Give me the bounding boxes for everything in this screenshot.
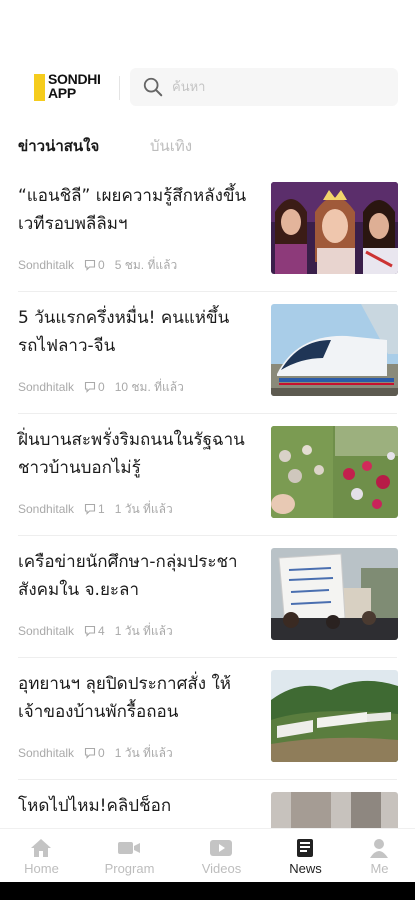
news-source: Sondhitalk bbox=[18, 502, 75, 516]
news-title[interactable]: ฝิ่นบานสะพรั่งริมถนนในรัฐฉาน ชาวบ้านบอกไ… bbox=[18, 426, 266, 482]
nav-label: Home bbox=[24, 861, 59, 876]
news-item[interactable]: เครือข่ายนักศึกษา-กลุ่มประชาสังคมใน จ.ยะ… bbox=[0, 536, 415, 658]
news-item[interactable]: อุทยานฯ ลุยปิดประกาศสั่ง ให้เจ้าของบ้านพ… bbox=[0, 658, 415, 780]
news-source: Sondhitalk bbox=[18, 258, 75, 272]
protest-photo bbox=[271, 548, 398, 640]
comment-count: 0 bbox=[98, 746, 105, 760]
news-title[interactable]: 5 วันแรกครึ่งหมื่น! คนแห่ขึ้นรถไฟลาว-จีน bbox=[18, 304, 266, 360]
news-item[interactable]: “แอนชิลี” เผยความรู้สึกหลังขึ้นเวทีรอบพล… bbox=[0, 170, 415, 292]
nav-label: Videos bbox=[201, 861, 242, 876]
logo-text: SONDHI APP bbox=[48, 72, 101, 100]
news-thumbnail[interactable] bbox=[271, 304, 398, 396]
news-meta: Sondhitalk 4 1 วัน ที่แล้ว bbox=[18, 622, 173, 640]
news-time: 1 วัน ที่แล้ว bbox=[114, 623, 173, 638]
news-item[interactable]: 5 วันแรกครึ่งหมื่น! คนแห่ขึ้นรถไฟลาว-จีน… bbox=[0, 292, 415, 414]
nav-news[interactable]: News bbox=[264, 829, 347, 883]
logo-line2: APP bbox=[48, 85, 76, 101]
logo-accent-bar bbox=[34, 74, 45, 101]
news-thumbnail[interactable] bbox=[271, 548, 398, 640]
news-item[interactable]: โหดไปไหม!คลิปช็อก bbox=[0, 780, 415, 828]
news-meta: Sondhitalk 1 1 วัน ที่แล้ว bbox=[18, 500, 173, 518]
news-meta: Sondhitalk 0 5 ชม. ที่แล้ว bbox=[18, 256, 177, 274]
search-input[interactable] bbox=[172, 68, 387, 106]
video-camera-icon bbox=[118, 842, 140, 854]
news-time: 1 วัน ที่แล้ว bbox=[114, 745, 173, 760]
news-meta: Sondhitalk 0 10 ชม. ที่แล้ว bbox=[18, 378, 184, 396]
app-header: SONDHI APP bbox=[0, 62, 415, 114]
sondhi-app-logo[interactable]: SONDHI APP bbox=[34, 72, 116, 104]
news-time: 5 ชม. ที่แล้ว bbox=[114, 257, 178, 272]
comment-icon bbox=[84, 503, 96, 515]
news-source: Sondhitalk bbox=[18, 746, 75, 760]
news-title[interactable]: “แอนชิลี” เผยความรู้สึกหลังขึ้นเวทีรอบพล… bbox=[18, 182, 266, 238]
comment-icon bbox=[84, 381, 96, 393]
system-navigation-bar bbox=[0, 882, 415, 900]
partial-photo bbox=[271, 792, 398, 828]
header-divider bbox=[119, 76, 120, 100]
comment-count: 0 bbox=[98, 380, 105, 394]
news-thumbnail[interactable] bbox=[271, 426, 398, 518]
bottom-navigation: Home Program Videos News Me bbox=[0, 828, 415, 882]
nav-label: Me bbox=[370, 861, 389, 876]
comment-count: 0 bbox=[98, 258, 105, 272]
nav-label: News bbox=[289, 861, 322, 876]
nav-program[interactable]: Program bbox=[88, 829, 171, 883]
news-title[interactable]: เครือข่ายนักศึกษา-กลุ่มประชาสังคมใน จ.ยะ… bbox=[18, 548, 266, 604]
logo-line1: SONDHI bbox=[48, 71, 101, 87]
train-photo bbox=[271, 304, 398, 396]
news-time: 1 วัน ที่แล้ว bbox=[114, 501, 173, 516]
pageant-photo bbox=[271, 182, 398, 274]
news-thumbnail[interactable] bbox=[271, 670, 398, 762]
news-title[interactable]: อุทยานฯ ลุยปิดประกาศสั่ง ให้เจ้าของบ้านพ… bbox=[18, 670, 266, 726]
category-tabs: ข่าวน่าสนใจ บันเทิง bbox=[0, 134, 415, 158]
news-feed[interactable]: “แอนชิลี” เผยความรู้สึกหลังขึ้นเวทีรอบพล… bbox=[0, 170, 415, 828]
comment-icon bbox=[84, 625, 96, 637]
news-source: Sondhitalk bbox=[18, 380, 75, 394]
news-icon bbox=[297, 839, 313, 857]
news-thumbnail[interactable] bbox=[271, 792, 398, 828]
news-source: Sondhitalk bbox=[18, 624, 75, 638]
resort-hillside-photo bbox=[271, 670, 398, 762]
search-bar[interactable] bbox=[130, 68, 398, 106]
home-icon bbox=[31, 839, 51, 857]
comment-icon bbox=[84, 747, 96, 759]
tab-entertainment[interactable]: บันเทิง bbox=[150, 134, 192, 158]
poppy-field-photo bbox=[271, 426, 398, 518]
news-thumbnail[interactable] bbox=[271, 182, 398, 274]
comment-count: 1 bbox=[98, 502, 105, 516]
comment-count: 4 bbox=[98, 624, 105, 638]
search-icon[interactable] bbox=[142, 76, 164, 98]
nav-me[interactable]: Me bbox=[338, 829, 415, 883]
play-icon bbox=[210, 840, 232, 856]
nav-home[interactable]: Home bbox=[0, 829, 83, 883]
comment-icon bbox=[84, 259, 96, 271]
nav-label: Program bbox=[104, 861, 155, 876]
news-time: 10 ชม. ที่แล้ว bbox=[114, 379, 184, 394]
person-icon bbox=[370, 839, 388, 858]
news-title[interactable]: โหดไปไหม!คลิปช็อก bbox=[18, 792, 266, 820]
tab-interesting-news[interactable]: ข่าวน่าสนใจ bbox=[18, 134, 99, 158]
news-meta: Sondhitalk 0 1 วัน ที่แล้ว bbox=[18, 744, 173, 762]
news-item[interactable]: ฝิ่นบานสะพรั่งริมถนนในรัฐฉาน ชาวบ้านบอกไ… bbox=[0, 414, 415, 536]
nav-videos[interactable]: Videos bbox=[180, 829, 263, 883]
